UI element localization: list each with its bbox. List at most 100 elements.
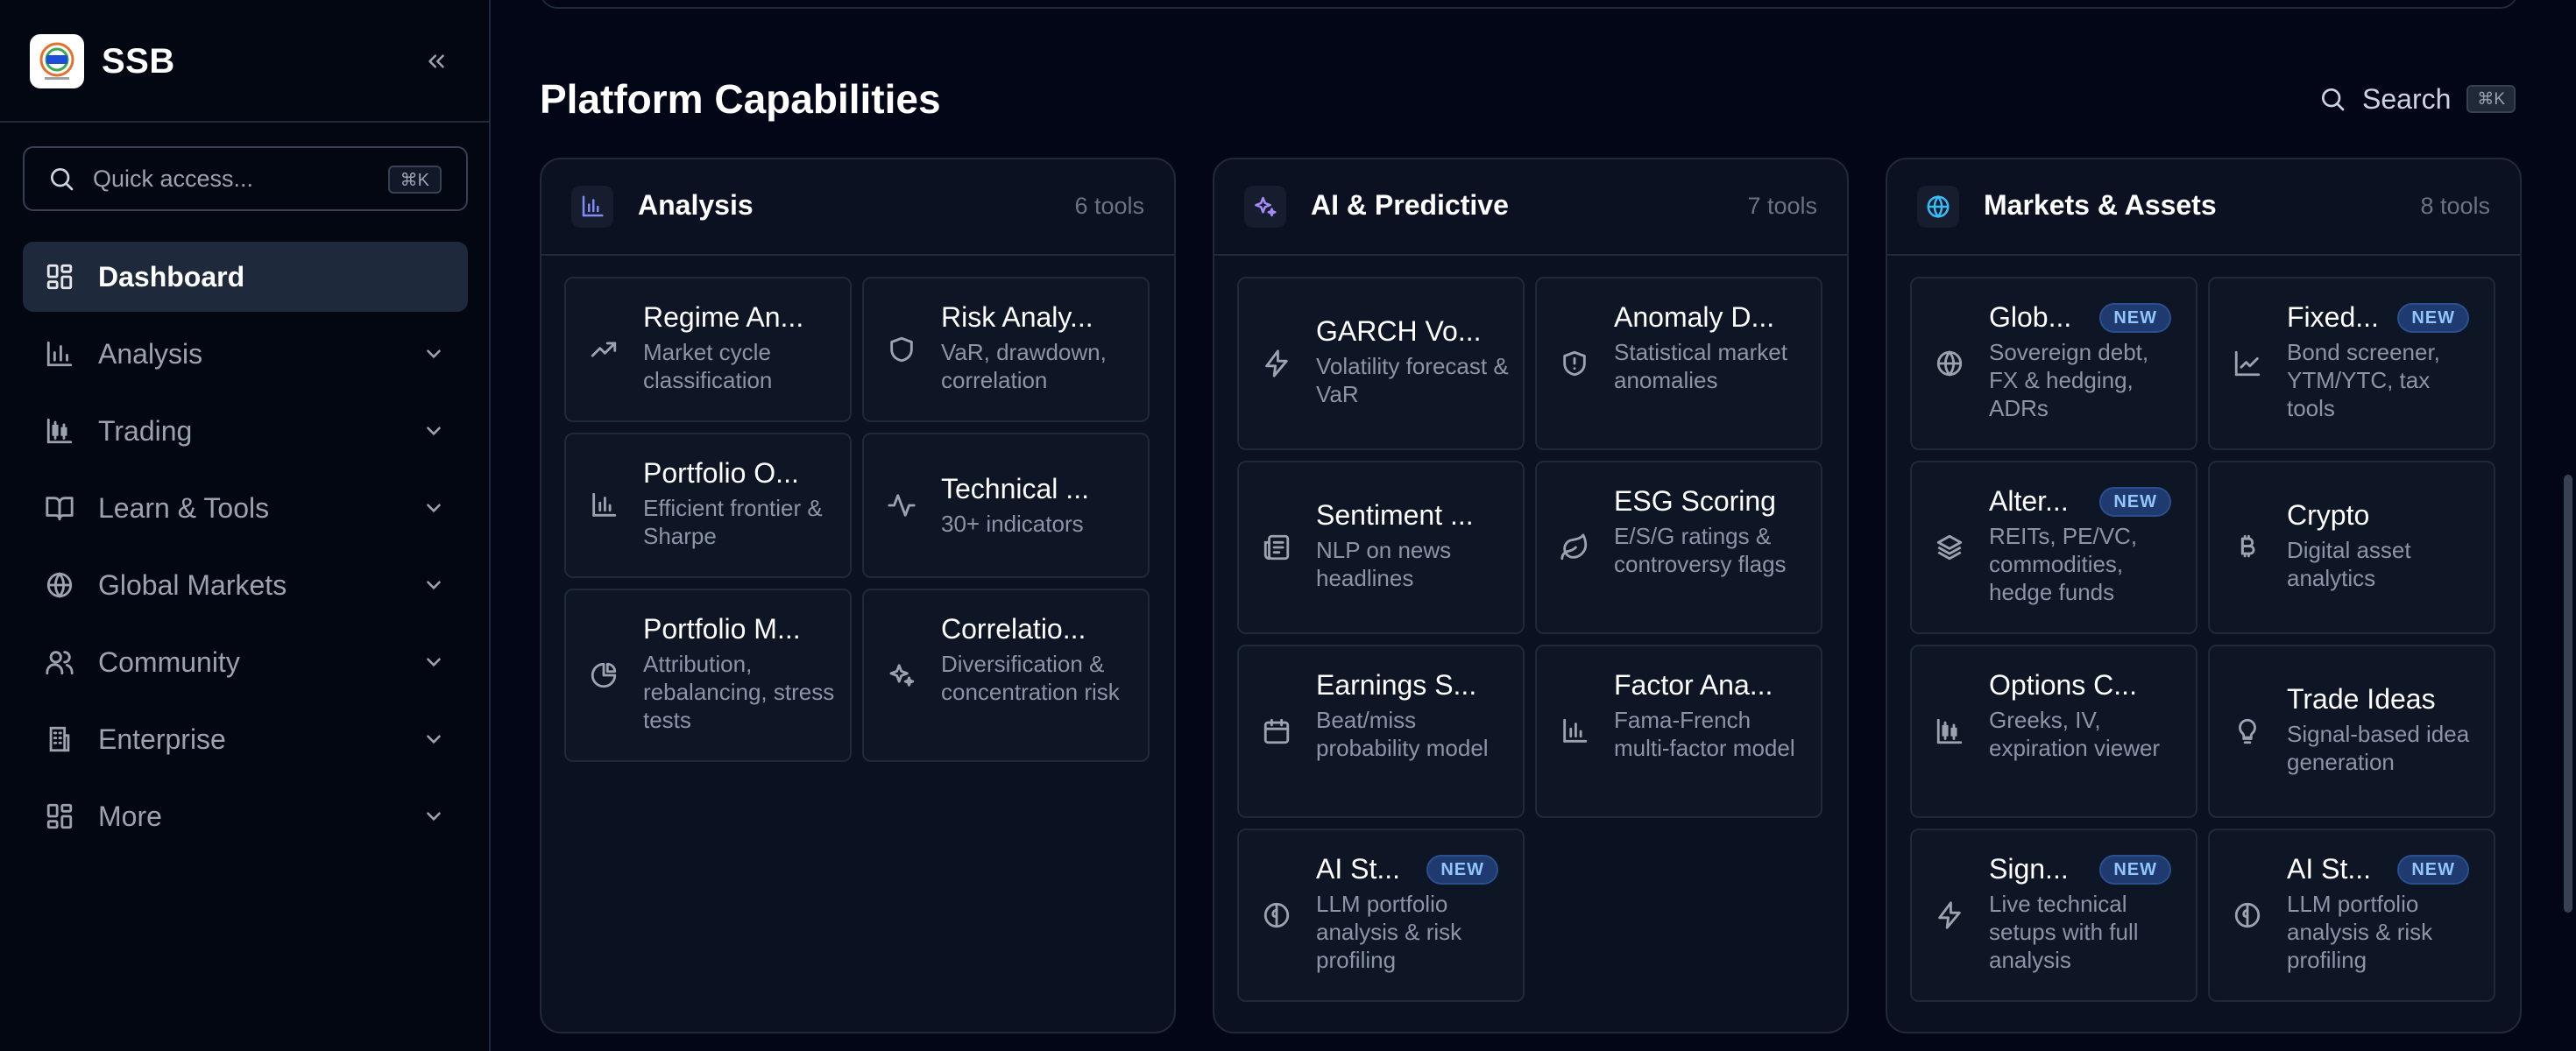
ssb-logo (30, 34, 84, 88)
tool-description: REITs, PE/VC, commodities, hedge funds (1989, 523, 2138, 605)
building-icon (44, 723, 75, 755)
tool-description: Fama-French multi-factor model (1614, 707, 1795, 761)
tool-card-ai-strategist[interactable]: AI St... NEW LLM portfolio analysis & ri… (1237, 829, 1525, 1002)
tool-card-sentiment[interactable]: Sentiment ... NLP on news headlines (1237, 461, 1525, 634)
tool-description: 30+ indicators (941, 511, 1084, 537)
sidebar-item-label: More (98, 800, 162, 832)
panel-header: Analysis 6 tools (541, 159, 1174, 256)
globe-icon (1917, 186, 1959, 228)
bitcoin-icon (2231, 531, 2264, 564)
tool-description: LLM portfolio analysis & risk profiling (2287, 891, 2433, 973)
tool-card-portfolio-management[interactable]: Portfolio M... Attribution, rebalancing,… (564, 589, 852, 762)
tool-description: Sovereign debt, FX & hedging, ADRs (1989, 339, 2149, 421)
brand[interactable]: SSB (30, 33, 175, 89)
tool-card-crypto[interactable]: Crypto Digital asset analytics (2208, 461, 2495, 634)
tool-title: Earnings S... (1316, 669, 1477, 701)
sidebar-item-trading[interactable]: Trading (23, 396, 468, 466)
sparkles-icon (885, 659, 918, 692)
tool-card-alternatives[interactable]: Alter... NEW REITs, PE/VC, commodities, … (1910, 461, 2197, 634)
tool-card-trade-ideas[interactable]: Trade Ideas Signal-based idea generation (2208, 645, 2495, 818)
book-icon (44, 492, 75, 524)
page-scrollbar[interactable] (2564, 475, 2572, 913)
panel-header: Markets & Assets 8 tools (1887, 159, 2520, 256)
sidebar-item-community[interactable]: Community (23, 627, 468, 697)
search-icon (2322, 88, 2345, 111)
sidebar-item-learn-tools[interactable]: Learn & Tools (23, 473, 468, 543)
panel-markets-assets: Markets & Assets 8 tools Glob... NEW Sov… (1886, 158, 2522, 1033)
sidebar-item-label: Community (98, 645, 240, 678)
panel-ai-predictive: AI & Predictive 7 tools GARCH Vo... Vola… (1213, 158, 1849, 1033)
panel-tool-count: 8 tools (2420, 193, 2490, 219)
shield-alert-icon (1558, 347, 1591, 380)
tool-card-factor[interactable]: Factor Ana... Fama-French multi-factor m… (1535, 645, 1822, 818)
tool-description: NLP on news headlines (1316, 537, 1452, 591)
tool-card-anomaly[interactable]: Anomaly D... Statistical market anomalie… (1535, 277, 1822, 450)
quick-access-placeholder: Quick access... (93, 165, 254, 192)
tool-card-correlation[interactable]: Correlatio... Diversification & concentr… (862, 589, 1150, 762)
line-chart-icon (2231, 347, 2264, 380)
tool-title: Risk Analy... (941, 301, 1093, 333)
tool-title: Factor Ana... (1614, 669, 1773, 701)
new-badge: NEW (2099, 303, 2171, 333)
tool-title: Anomaly D... (1614, 301, 1775, 333)
tool-title: Glob... (1989, 301, 2072, 333)
lightning-icon (1260, 347, 1293, 380)
panel-title: Markets & Assets (1984, 189, 2217, 221)
panel-title: AI & Predictive (1311, 189, 1509, 221)
quick-access-shortcut: ⌘K (387, 166, 442, 194)
tool-description: Signal-based idea generation (2287, 721, 2470, 775)
search-shortcut: ⌘K (2466, 85, 2516, 113)
tool-card-risk[interactable]: Risk Analy... VaR, drawdown, correlation (862, 277, 1150, 422)
sidebar-item-global-markets[interactable]: Global Markets (23, 550, 468, 620)
tool-card-ai-strategist[interactable]: AI St... NEW LLM portfolio analysis & ri… (2208, 829, 2495, 1002)
tool-description: Digital asset analytics (2287, 537, 2411, 591)
chevrons-left-icon (428, 54, 444, 68)
tool-card-esg[interactable]: ESG Scoring E/S/G ratings & controversy … (1535, 461, 1822, 634)
sidebar-item-label: Analysis (98, 337, 203, 370)
tool-description: LLM portfolio analysis & risk profiling (1316, 891, 1462, 973)
tool-description: Attribution, rebalancing, stress tests (643, 651, 835, 733)
tool-title: Crypto (2287, 499, 2370, 531)
tool-card-options[interactable]: Options C... Greeks, IV, expiration view… (1910, 645, 2197, 818)
sidebar-item-analysis[interactable]: Analysis (23, 319, 468, 389)
tool-title: Sign... (1989, 853, 2069, 885)
brain-icon (2231, 899, 2264, 932)
search-icon (51, 168, 74, 191)
quick-access-search[interactable]: Quick access... ⌘K (23, 146, 468, 211)
collapse-sidebar-button[interactable] (417, 42, 456, 81)
bar-chart-icon (44, 338, 75, 370)
tool-card-garch[interactable]: GARCH Vo... Volatility forecast & VaR (1237, 277, 1525, 450)
tool-title: Alter... (1989, 485, 2069, 517)
tool-card-signals[interactable]: Sign... NEW Live technical setups with f… (1910, 829, 2197, 1002)
tool-card-portfolio-optimizer[interactable]: Portfolio O... Efficient frontier & Shar… (564, 433, 852, 578)
sidebar-item-label: Global Markets (98, 568, 287, 601)
tool-description: Statistical market anomalies (1614, 339, 1787, 393)
sidebar-item-dashboard[interactable]: Dashboard (23, 242, 468, 312)
tool-description: Beat/miss probability model (1316, 707, 1489, 761)
tool-card-technical[interactable]: Technical ... 30+ indicators (862, 433, 1150, 578)
chevron-down-icon (427, 812, 441, 822)
trending-up-icon (587, 333, 620, 366)
bar-chart-icon (1558, 715, 1591, 748)
candlestick-icon (1933, 715, 1966, 748)
tool-title: AI St... (2287, 853, 2372, 885)
tool-card-fixed-income[interactable]: Fixed... NEW Bond screener, YTM/YTC, tax… (2208, 277, 2495, 450)
sidebar-item-label: Learn & Tools (98, 491, 270, 524)
pie-chart-icon (587, 659, 620, 692)
sidebar-item-more[interactable]: More (23, 781, 468, 851)
previous-section-card (540, 0, 2518, 9)
sidebar-item-enterprise[interactable]: Enterprise (23, 704, 468, 774)
chevron-down-icon (427, 658, 441, 667)
capabilities-search-button[interactable]: Search ⌘K (2318, 77, 2516, 121)
tool-title: AI St... (1316, 853, 1401, 885)
activity-icon (885, 489, 918, 522)
tool-card-regime[interactable]: Regime An... Market cycle classification (564, 277, 852, 422)
sidebar-divider (0, 121, 489, 123)
tool-card-global[interactable]: Glob... NEW Sovereign debt, FX & hedging… (1910, 277, 2197, 450)
chevron-down-icon (427, 735, 441, 744)
sidebar-nav: Dashboard Analysis Trading Learn & Tools (23, 242, 468, 858)
candlestick-icon (44, 415, 75, 447)
tool-description: Greeks, IV, expiration viewer (1989, 707, 2161, 761)
tool-card-earnings[interactable]: Earnings S... Beat/miss probability mode… (1237, 645, 1525, 818)
sparkles-icon (1244, 186, 1286, 228)
